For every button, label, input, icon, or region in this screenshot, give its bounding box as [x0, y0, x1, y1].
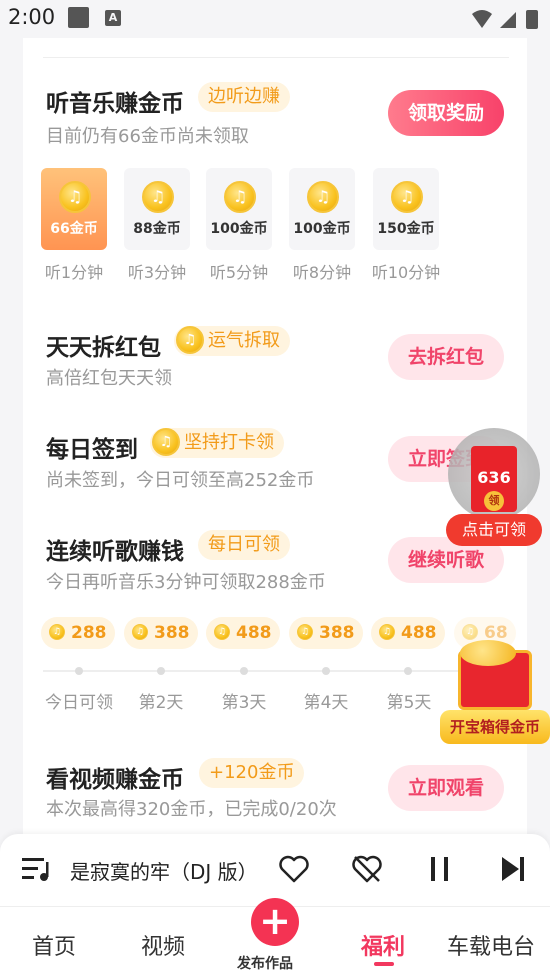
- song-title[interactable]: 是寂寞的牢（DJ 版）: [70, 856, 258, 885]
- streak-subtitle: 今日再听音乐3分钟可领取288金币: [46, 572, 326, 593]
- cell-signal-icon: [500, 12, 516, 28]
- reward-card-3[interactable]: 100金币: [206, 168, 272, 250]
- reward-label: 听5分钟: [209, 263, 269, 282]
- video-title: 看视频赚金币: [46, 767, 184, 793]
- reward-amount: 66金币: [50, 221, 98, 237]
- pause-icon[interactable]: [428, 856, 452, 882]
- timeline-dot: [240, 667, 248, 675]
- checkin-tag-text: 坚持打卡领: [184, 432, 274, 453]
- music-subtitle: 目前仍有66金币尚未领取: [46, 126, 249, 147]
- streak-day-label: 第3天: [221, 693, 267, 713]
- redpacket-claim-label[interactable]: 点击可领: [446, 514, 542, 546]
- streak-coins: 488: [401, 623, 437, 643]
- coin-icon: [214, 623, 230, 640]
- floating-treasure-chest[interactable]: 开宝箱得金币: [440, 632, 550, 744]
- watch-video-button[interactable]: 立即观看: [388, 765, 504, 811]
- streak-coins: 388: [319, 623, 355, 643]
- music-tag: 边听边赚: [198, 82, 290, 112]
- wifi-icon: [472, 10, 492, 28]
- nav-active-indicator: [374, 962, 394, 966]
- publish-plus-icon[interactable]: +: [251, 898, 299, 946]
- reward-card-1[interactable]: 66金币: [41, 168, 107, 250]
- coin-icon: [59, 181, 91, 213]
- reward-card-5[interactable]: 150金币: [373, 168, 439, 250]
- floating-redpacket[interactable]: 636 领 点击可领: [446, 428, 542, 546]
- timeline-dot: [75, 667, 83, 675]
- streak-tag: 每日可领: [198, 530, 290, 560]
- reward-label: 听3分钟: [127, 263, 187, 282]
- coin-icon: [142, 181, 174, 213]
- redpacket-tag: 运气拆取: [174, 325, 290, 356]
- streak-coins: 288: [71, 623, 107, 643]
- streak-day-label: 今日可领: [45, 693, 113, 713]
- redpacket-badge: 领: [484, 491, 504, 511]
- reward-amount: 100金币: [293, 221, 351, 237]
- streak-coins: 388: [154, 623, 190, 643]
- coin-icon: [176, 325, 204, 354]
- nav-welfare[interactable]: 福利: [361, 929, 405, 961]
- checkin-tag: 坚持打卡领: [150, 427, 284, 458]
- coin-icon: [152, 427, 180, 456]
- coin-icon: [132, 623, 148, 640]
- reward-card-2[interactable]: 88金币: [124, 168, 190, 250]
- reward-amount: 100金币: [210, 221, 268, 237]
- streak-day-5-coins: 488: [371, 617, 445, 649]
- redpacket-amount: 636: [477, 468, 511, 487]
- streak-title: 连续听歌赚钱: [46, 539, 184, 565]
- notification-a-icon: A: [105, 10, 121, 26]
- video-subtitle: 本次最高得320金币，已完成0/20次: [46, 799, 337, 820]
- checkin-subtitle: 尚未签到，今日可领至高252金币: [46, 470, 315, 491]
- redpacket-title: 天天拆红包: [46, 335, 161, 361]
- reward-amount: 150金币: [377, 221, 435, 237]
- status-time: 2:00: [8, 5, 56, 29]
- coin-icon: [297, 623, 313, 640]
- battery-icon: [526, 10, 538, 29]
- streak-coins: 488: [236, 623, 272, 643]
- streak-day-1-coins: 288: [41, 617, 115, 649]
- video-tag: +120金币: [199, 758, 305, 788]
- streak-day-label: 第4天: [303, 693, 349, 713]
- coin-icon: [224, 181, 256, 213]
- music-title: 听音乐赚金币: [46, 91, 184, 117]
- coin-icon: [391, 181, 423, 213]
- nav-car-radio[interactable]: 车载电台: [447, 929, 535, 961]
- coin-icon: [49, 623, 65, 640]
- timeline-dot: [322, 667, 330, 675]
- reward-card-4[interactable]: 100金币: [289, 168, 355, 250]
- reward-label: 听10分钟: [371, 263, 441, 282]
- streak-day-3-coins: 488: [206, 617, 280, 649]
- heart-icon[interactable]: [279, 855, 309, 883]
- timeline-dot: [157, 667, 165, 675]
- chest-coins-icon: [460, 640, 516, 666]
- coin-icon: [379, 623, 395, 640]
- redpacket-subtitle: 高倍红包天天领: [46, 368, 172, 389]
- chest-label[interactable]: 开宝箱得金币: [440, 710, 550, 744]
- streak-day-2-coins: 388: [124, 617, 198, 649]
- nav-video[interactable]: 视频: [141, 929, 185, 961]
- coin-icon: [307, 181, 339, 213]
- streak-day-4-coins: 388: [289, 617, 363, 649]
- reward-label: 听1分钟: [44, 263, 104, 282]
- checkin-title: 每日签到: [46, 437, 138, 463]
- top-divider: [43, 57, 509, 58]
- nav-publish[interactable]: 发布作品: [237, 953, 293, 973]
- notification-square-icon: [68, 7, 89, 28]
- open-redpacket-button[interactable]: 去拆红包: [388, 334, 504, 380]
- dislike-heart-icon[interactable]: [352, 855, 382, 883]
- redpacket-tag-text: 运气拆取: [208, 330, 280, 351]
- nav-home[interactable]: 首页: [32, 929, 76, 961]
- reward-amount: 88金币: [133, 221, 181, 237]
- reward-label: 听8分钟: [292, 263, 352, 282]
- playlist-icon[interactable]: [22, 856, 52, 882]
- next-track-icon[interactable]: [500, 856, 526, 882]
- timeline-dot: [404, 667, 412, 675]
- claim-reward-button[interactable]: 领取奖励: [388, 90, 504, 136]
- streak-day-label: 第2天: [138, 693, 184, 713]
- status-signal-icons: [472, 10, 538, 29]
